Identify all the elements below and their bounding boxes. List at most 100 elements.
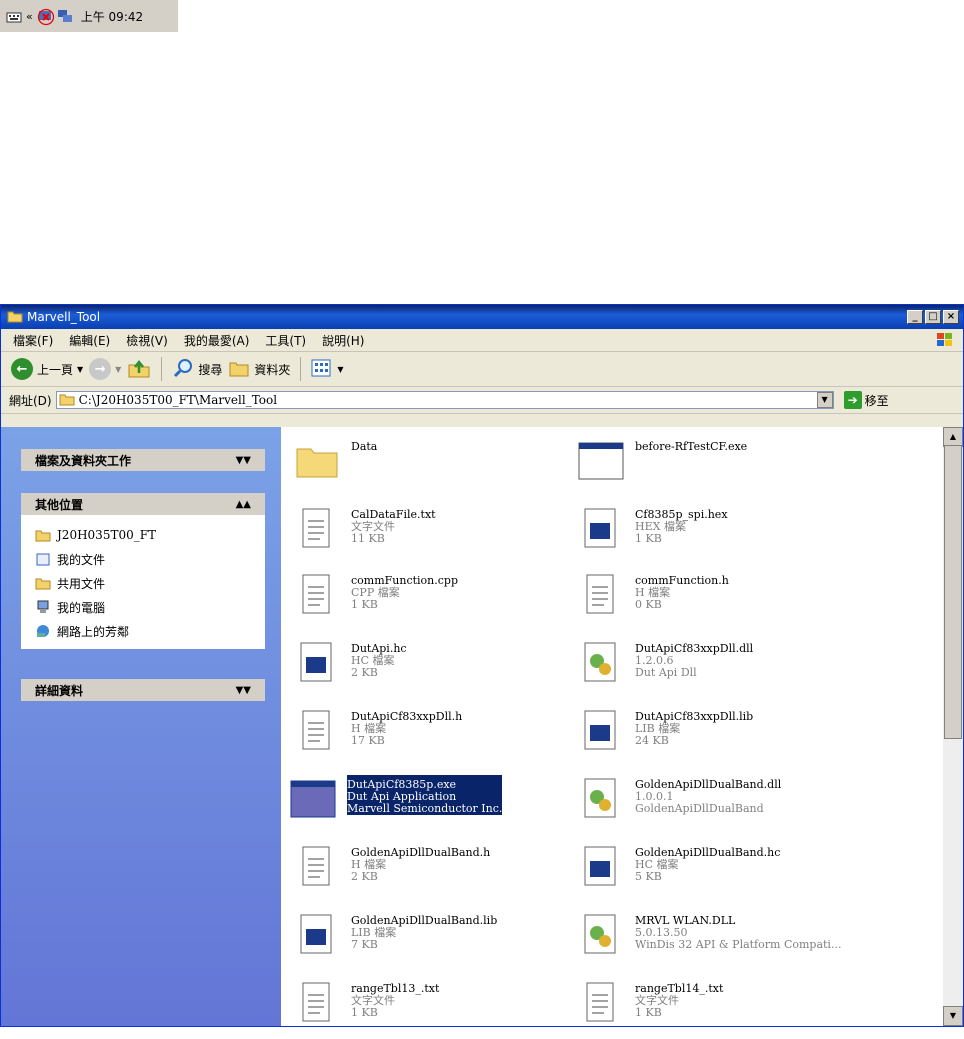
file-item[interactable]: DutApiCf83xxpDll.dll 1.2.0.6 Dut Api Dll — [577, 639, 847, 699]
text-file-icon — [293, 843, 341, 891]
file-icon — [577, 707, 625, 755]
link-my-documents[interactable]: 我的文件 — [35, 547, 265, 571]
title-bar[interactable]: Marvell_Tool _ □ × — [1, 305, 963, 329]
menu-file[interactable]: 檔案(F) — [13, 332, 53, 349]
window-title: Marvell_Tool — [27, 310, 101, 324]
text-file-icon — [293, 505, 341, 553]
dropdown-arrow-icon[interactable]: ▼ — [115, 365, 121, 374]
file-label: rangeTbl14_.txt 文字文件 1 KB — [635, 979, 723, 1019]
link-shared-documents[interactable]: 共用文件 — [35, 571, 265, 595]
toolbar-separator — [161, 357, 163, 381]
file-size: 24 KB — [635, 734, 669, 747]
file-name: before-RfTestCF.exe — [635, 440, 748, 453]
link-label: 網路上的芳鄰 — [57, 624, 130, 639]
section-header[interactable]: 檔案及資料夾工作 ▼▼ — [21, 449, 265, 471]
link-label: 我的文件 — [57, 552, 106, 567]
go-label: 移至 — [864, 393, 889, 408]
file-size: 0 KB — [635, 598, 662, 611]
menu-tools[interactable]: 工具(T) — [265, 332, 306, 349]
search-button[interactable]: 搜尋 — [172, 357, 222, 382]
go-button[interactable]: ➔ 移至 — [843, 391, 889, 409]
file-item-selected[interactable]: DutApiCf8385p.exe Dut Api Application Marv… — [289, 775, 559, 835]
file-item[interactable]: commFunction.cpp CPP 檔案 1 KB — [293, 571, 563, 631]
maximize-button[interactable]: □ — [925, 310, 941, 324]
file-label: GoldenApiDllDualBand.dll 1.0.0.1 GoldenApi… — [635, 775, 781, 815]
scroll-up-button[interactable]: ▲ — [943, 427, 963, 447]
section-header[interactable]: 詳細資料 ▼▼ — [21, 679, 265, 701]
menu-help[interactable]: 說明(H) — [322, 332, 364, 349]
file-label: GoldenApiDllDualBand.hc HC 檔案 5 KB — [635, 843, 780, 883]
scroll-down-button[interactable]: ▼ — [943, 1006, 963, 1026]
clock[interactable]: 上午 09:42 — [81, 8, 143, 25]
file-name: Data — [351, 440, 378, 453]
file-item[interactable]: Data — [293, 437, 563, 497]
network-disconnected-icon[interactable] — [37, 8, 54, 26]
file-item[interactable]: GoldenApiDllDualBand.lib LIB 檔案 7 KB — [293, 911, 563, 971]
search-label: 搜尋 — [198, 362, 223, 377]
back-button[interactable]: ← 上一頁 ▼ — [11, 358, 83, 380]
link-label: J20H035T00_FT — [57, 528, 157, 542]
menu-favorites[interactable]: 我的最愛(A) — [184, 332, 250, 349]
file-label: DutApi.hc HC 檔案 2 KB — [351, 639, 407, 679]
address-input[interactable]: C:\J20H035T00_FT\Marvell_Tool ▼ — [55, 391, 834, 409]
file-label: Cf8385p_spi.hex HEX 檔案 1 KB — [635, 505, 728, 545]
file-size: 7 KB — [351, 938, 378, 951]
scroll-thumb[interactable] — [944, 445, 962, 739]
toolbar: ← 上一頁 ▼ → ▼ 搜尋 資料夾 ▼ — [1, 352, 963, 387]
file-item[interactable]: CalDataFile.txt 文字文件 11 KB — [293, 505, 563, 565]
section-header[interactable]: 其他位置 ▲▲ — [21, 493, 265, 515]
link-my-computer[interactable]: 我的電腦 — [35, 595, 265, 619]
folders-button[interactable]: 資料夾 — [228, 358, 290, 381]
link-label: 我的電腦 — [57, 600, 106, 615]
menu-edit[interactable]: 編輯(E) — [69, 332, 110, 349]
forward-button[interactable]: → ▼ — [89, 358, 121, 380]
file-item[interactable]: Cf8385p_spi.hex HEX 檔案 1 KB — [577, 505, 847, 565]
file-label: MRVL WLAN.DLL 5.0.13.50 WinDis 32 API & Pl… — [635, 911, 841, 951]
dll-icon — [577, 639, 625, 687]
file-label: GoldenApiDllDualBand.h H 檔案 2 KB — [351, 843, 490, 883]
exe-icon — [577, 437, 625, 485]
link-parent-folder[interactable]: J20H035T00_FT — [35, 523, 265, 547]
folder-icon — [35, 528, 51, 542]
collapse-chevron-icon[interactable]: ▲▲ — [236, 499, 251, 510]
file-item[interactable]: before-RfTestCF.exe — [577, 437, 847, 497]
file-item[interactable]: commFunction.h H 檔案 0 KB — [577, 571, 847, 631]
go-arrow-icon: ➔ — [843, 391, 862, 409]
file-item[interactable]: MRVL WLAN.DLL 5.0.13.50 WinDis 32 API & Pl… — [577, 911, 847, 971]
dll-icon — [577, 911, 625, 959]
file-item[interactable]: GoldenApiDllDualBand.dll 1.0.0.1 GoldenApi… — [577, 775, 847, 835]
address-dropdown-button[interactable]: ▼ — [816, 392, 833, 408]
expand-chevron-icon[interactable]: ▼▼ — [236, 685, 251, 696]
file-size: 11 KB — [351, 532, 385, 545]
address-label: 網址(D) — [9, 393, 52, 408]
views-icon — [311, 358, 333, 381]
other-places-section: 其他位置 ▲▲ J20H035T00_FT 我的文件 共用文件 我的電腦 網路上… — [21, 493, 265, 649]
keyboard-icon[interactable] — [6, 8, 22, 24]
tray-expand-icon[interactable]: « — [26, 10, 33, 23]
expand-chevron-icon[interactable]: ▼▼ — [236, 455, 251, 466]
up-folder-icon[interactable] — [127, 357, 151, 382]
views-button[interactable]: ▼ — [311, 358, 344, 381]
file-item[interactable]: GoldenApiDllDualBand.h H 檔案 2 KB — [293, 843, 563, 903]
network-icon[interactable] — [57, 8, 73, 24]
file-item[interactable]: DutApiCf83xxpDll.lib LIB 檔案 24 KB — [577, 707, 847, 767]
link-network-places[interactable]: 網路上的芳鄰 — [35, 619, 265, 643]
my-documents-icon — [35, 552, 51, 566]
dropdown-arrow-icon[interactable]: ▼ — [337, 365, 343, 374]
menu-view[interactable]: 檢視(V) — [126, 332, 168, 349]
file-item[interactable]: GoldenApiDllDualBand.hc HC 檔案 5 KB — [577, 843, 847, 903]
file-item[interactable]: rangeTbl13_.txt 文字文件 1 KB — [293, 979, 563, 1039]
details-section: 詳細資料 ▼▼ — [21, 679, 265, 701]
file-item[interactable]: DutApi.hc HC 檔案 2 KB — [293, 639, 563, 699]
system-tray: « 上午 09:42 — [0, 0, 178, 32]
minimize-button[interactable]: _ — [907, 310, 923, 324]
file-label: before-RfTestCF.exe — [635, 437, 747, 453]
vertical-scrollbar[interactable]: ▲ ▼ — [943, 427, 963, 1026]
file-item[interactable]: DutApiCf83xxpDll.h H 檔案 17 KB — [293, 707, 563, 767]
file-item[interactable]: rangeTbl14_.txt 文字文件 1 KB — [577, 979, 847, 1039]
explorer-window: Marvell_Tool _ □ × 檔案(F) 編輯(E) 檢視(V) 我的最… — [0, 304, 964, 1027]
dropdown-arrow-icon[interactable]: ▼ — [77, 365, 83, 374]
file-icon — [293, 911, 341, 959]
folder-icon — [7, 309, 23, 326]
close-button[interactable]: × — [943, 310, 959, 324]
